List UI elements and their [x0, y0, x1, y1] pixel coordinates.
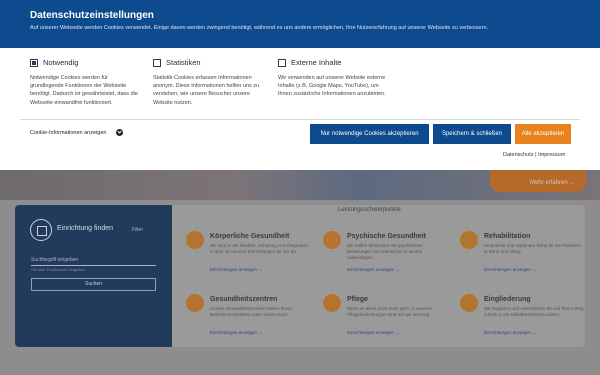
service-name: Pflege — [347, 296, 369, 303]
service-link[interactable]: Einrichtungen anzeigen → — [484, 330, 537, 335]
service-link[interactable]: Einrichtungen anzeigen → — [484, 267, 537, 272]
finder-hint: Ort oder Postleitzahl eingeben — [31, 267, 85, 272]
service-text: Ambulante und stationäre Reha für die Rü… — [484, 243, 582, 254]
finder-filter-button[interactable]: Filter — [132, 227, 143, 233]
brain-icon — [323, 231, 341, 249]
cookie-banner: Datenschutzeinstellungen Auf unserer Web… — [0, 0, 600, 170]
banner-divider — [20, 119, 580, 120]
finder-search-input[interactable]: Suchbegriff eingeben — [31, 254, 156, 266]
finder-title: Einrichtung finden — [57, 225, 114, 232]
services-title: Leistungsschwerpunkte — [338, 207, 401, 213]
necessary-label[interactable]: Notwendig — [43, 58, 78, 67]
heart-icon — [186, 231, 204, 249]
care-icon — [323, 294, 341, 312]
service-link[interactable]: Einrichtungen anzeigen → — [347, 267, 400, 272]
save-close-button[interactable]: Speichern & schließen — [433, 124, 511, 144]
service-link[interactable]: Einrichtungen anzeigen → — [347, 330, 400, 335]
statistics-description: Statistik-Cookies erfassen Informationen… — [153, 75, 260, 106]
service-name: Gesundheitszentren — [210, 296, 278, 303]
service-name: Eingliederung — [484, 296, 531, 303]
integration-icon — [460, 294, 478, 312]
necessary-checkbox[interactable] — [30, 59, 38, 67]
service-text: Wir helfen Menschen mit psychischen Bela… — [347, 243, 423, 260]
legal-links: Datenschutz | Impressum — [503, 152, 565, 158]
imprint-link[interactable]: Impressum — [538, 152, 565, 158]
service-text: Wir sind in der Medizin, Schulung und In… — [210, 243, 309, 254]
statistics-label[interactable]: Statistiken — [166, 58, 201, 67]
cookie-info-toggle[interactable]: Cookie-Informationen anzeigen — [30, 130, 106, 136]
finder-search-button[interactable]: Suchen — [31, 278, 156, 291]
service-link[interactable]: Einrichtungen anzeigen → — [210, 330, 263, 335]
service-text: Wenn es allein nicht mehr geht: in unser… — [347, 306, 433, 317]
external-content-label[interactable]: Externe Inhalte — [291, 58, 341, 67]
necessary-description: Notwendige Cookies werden für grundlegen… — [30, 75, 138, 106]
cookie-banner-header: Datenschutzeinstellungen Auf unserer Web… — [0, 0, 600, 48]
service-name: Körperliche Gesundheit — [210, 233, 290, 240]
external-content-checkbox[interactable] — [278, 59, 286, 67]
privacy-link[interactable]: Datenschutz — [503, 152, 534, 158]
service-name: Rehabilitation — [484, 233, 531, 240]
building-icon — [30, 219, 52, 241]
cookie-banner-subtitle: Auf unserer Webseite werden Cookies verw… — [30, 25, 489, 31]
service-name: Psychische Gesundheit — [347, 233, 426, 240]
external-content-description: Wir verwenden auf unserer Website extern… — [278, 75, 386, 98]
clinic-icon — [186, 294, 204, 312]
hero-more-link[interactable]: Mehr erfahren → — [530, 180, 575, 186]
service-text: Unsere Gesundheitszentren bieten Ihnen ä… — [210, 306, 293, 317]
statistics-checkbox[interactable] — [153, 59, 161, 67]
cookie-banner-title: Datenschutzeinstellungen — [30, 10, 154, 21]
chevron-down-icon[interactable] — [116, 129, 123, 136]
service-link[interactable]: Einrichtungen anzeigen → — [210, 267, 263, 272]
service-text: Wir begleiten und unterstützen Sie auf I… — [484, 306, 584, 317]
legal-separator: | — [535, 152, 537, 158]
services-panel — [172, 205, 585, 347]
accept-all-button[interactable]: Alle akzeptieren — [515, 124, 571, 144]
rehab-icon — [460, 231, 478, 249]
accept-necessary-button[interactable]: Nur notwendige Cookies akzeptieren — [310, 124, 429, 144]
